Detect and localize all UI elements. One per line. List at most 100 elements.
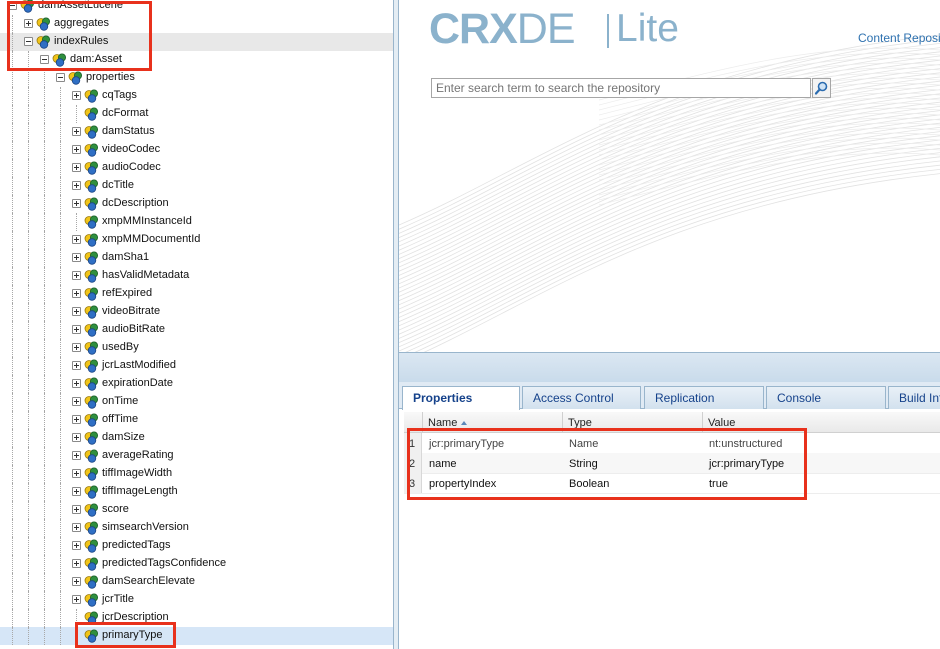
- expand-icon[interactable]: [72, 577, 81, 586]
- tree-guide-line: [28, 105, 29, 123]
- tree-node[interactable]: damSize: [0, 429, 393, 447]
- tree-node[interactable]: hasValidMetadata: [0, 267, 393, 285]
- table-row[interactable]: 3 propertyIndex Boolean true: [404, 473, 940, 494]
- tree-node[interactable]: simsearchVersion: [0, 519, 393, 537]
- expand-icon[interactable]: [24, 19, 33, 28]
- tree-node[interactable]: tiffImageLength: [0, 483, 393, 501]
- tree-node[interactable]: dam:Asset: [0, 51, 393, 69]
- tab-access-control[interactable]: Access Control: [522, 386, 641, 409]
- tree-guide-line: [44, 609, 45, 627]
- expand-icon[interactable]: [72, 145, 81, 154]
- table-row[interactable]: 1 jcr:primaryType Name nt:unstructured: [404, 433, 940, 454]
- tree-guide-line: [44, 573, 45, 591]
- tab-replication[interactable]: Replication: [644, 386, 764, 409]
- expand-icon[interactable]: [72, 559, 81, 568]
- collapse-icon[interactable]: [40, 55, 49, 64]
- tree-node[interactable]: dcFormat: [0, 105, 393, 123]
- expand-icon[interactable]: [72, 343, 81, 352]
- tree-node[interactable]: onTime: [0, 393, 393, 411]
- expand-icon[interactable]: [72, 235, 81, 244]
- tree-guide-line: [28, 141, 29, 159]
- expand-icon[interactable]: [72, 163, 81, 172]
- column-header-type[interactable]: Type: [562, 412, 702, 432]
- tree-node[interactable]: damStatus: [0, 123, 393, 141]
- node-icon: [84, 214, 99, 229]
- tree-node[interactable]: damAssetLucene: [0, 0, 393, 15]
- wave-line: [405, 164, 940, 352]
- property-type: Boolean: [569, 478, 610, 490]
- content-repository-link[interactable]: Content Reposi: [858, 31, 940, 45]
- expand-icon[interactable]: [72, 289, 81, 298]
- expand-icon[interactable]: [72, 415, 81, 424]
- expand-icon[interactable]: [72, 379, 81, 388]
- tree-node[interactable]: damSha1: [0, 249, 393, 267]
- expand-icon[interactable]: [72, 325, 81, 334]
- tree-node[interactable]: damSearchElevate: [0, 573, 393, 591]
- tab-build-info[interactable]: Build Inf: [888, 386, 940, 409]
- tab-properties[interactable]: Properties: [402, 386, 520, 410]
- table-row[interactable]: 2 name String jcr:primaryType: [404, 453, 940, 474]
- search-button[interactable]: [812, 78, 831, 98]
- tree-node[interactable]: predictedTags: [0, 537, 393, 555]
- expand-icon[interactable]: [72, 523, 81, 532]
- tree-node[interactable]: tiffImageWidth: [0, 465, 393, 483]
- expand-icon[interactable]: [72, 541, 81, 550]
- tree-node[interactable]: aggregates: [0, 15, 393, 33]
- collapse-icon[interactable]: [24, 37, 33, 46]
- tree-node[interactable]: dcDescription: [0, 195, 393, 213]
- tree-guide-line: [28, 465, 29, 483]
- tree-node[interactable]: score: [0, 501, 393, 519]
- expand-icon[interactable]: [72, 451, 81, 460]
- tree-node-label: damSha1: [102, 251, 150, 263]
- tree-guide-line: [12, 537, 13, 555]
- expand-icon[interactable]: [72, 199, 81, 208]
- expand-icon[interactable]: [72, 127, 81, 136]
- tree-node[interactable]: jcrTitle: [0, 591, 393, 609]
- tree-node[interactable]: videoBitrate: [0, 303, 393, 321]
- properties-panel: Properties Access Control Replication Co…: [399, 352, 940, 649]
- column-header-name[interactable]: Name: [422, 412, 562, 432]
- tree-node[interactable]: averageRating: [0, 447, 393, 465]
- expand-icon[interactable]: [72, 361, 81, 370]
- tree-node[interactable]: expirationDate: [0, 375, 393, 393]
- expand-icon[interactable]: [72, 307, 81, 316]
- expand-icon[interactable]: [72, 271, 81, 280]
- tree-guide-line: [44, 69, 45, 87]
- tree-node[interactable]: refExpired: [0, 285, 393, 303]
- tree-guide-line: [60, 375, 61, 393]
- node-icon: [84, 520, 99, 535]
- tree-node[interactable]: jcrDescription: [0, 609, 393, 627]
- expand-icon[interactable]: [72, 469, 81, 478]
- expand-icon[interactable]: [72, 433, 81, 442]
- collapse-icon[interactable]: [56, 73, 65, 82]
- tree-node[interactable]: cqTags: [0, 87, 393, 105]
- tree-node[interactable]: predictedTagsConfidence: [0, 555, 393, 573]
- tree-node-label: damSize: [102, 431, 145, 443]
- collapse-icon[interactable]: [8, 1, 17, 10]
- tree-guide-line: [60, 159, 61, 177]
- tree-node[interactable]: jcrLastModified: [0, 357, 393, 375]
- tree-node[interactable]: primaryType: [0, 627, 393, 645]
- tree-node[interactable]: indexRules: [0, 33, 393, 51]
- expand-icon[interactable]: [72, 253, 81, 262]
- tree-node[interactable]: videoCodec: [0, 141, 393, 159]
- tree-node[interactable]: audioBitRate: [0, 321, 393, 339]
- tree-node[interactable]: offTime: [0, 411, 393, 429]
- expand-icon[interactable]: [72, 91, 81, 100]
- column-header-value[interactable]: Value: [702, 412, 940, 432]
- tree-node[interactable]: usedBy: [0, 339, 393, 357]
- expand-icon[interactable]: [72, 397, 81, 406]
- tree-node[interactable]: audioCodec: [0, 159, 393, 177]
- tree-node[interactable]: xmpMMInstanceId: [0, 213, 393, 231]
- tree-node[interactable]: properties: [0, 69, 393, 87]
- expand-icon[interactable]: [72, 181, 81, 190]
- node-icon: [84, 412, 99, 427]
- expand-icon[interactable]: [72, 595, 81, 604]
- search-input[interactable]: [431, 78, 811, 98]
- tab-console[interactable]: Console: [766, 386, 886, 409]
- expand-icon[interactable]: [72, 505, 81, 514]
- node-icon: [84, 286, 99, 301]
- tree-node[interactable]: dcTitle: [0, 177, 393, 195]
- tree-node[interactable]: xmpMMDocumentId: [0, 231, 393, 249]
- expand-icon[interactable]: [72, 487, 81, 496]
